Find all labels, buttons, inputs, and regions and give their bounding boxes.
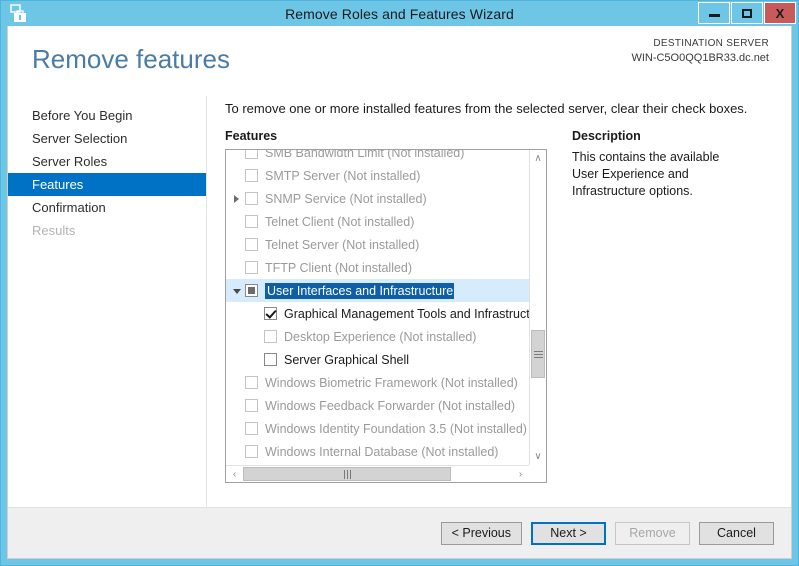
tree-row[interactable]: User Interfaces and Infrastructure — [226, 279, 529, 302]
feature-checkbox[interactable] — [245, 192, 258, 205]
wizard-footer: < Previous Next > Remove Cancel — [8, 507, 791, 558]
description-text: This contains the available User Experie… — [572, 150, 720, 198]
instruction-text: To remove one or more installed features… — [225, 101, 748, 116]
vertical-scroll-thumb[interactable] — [531, 330, 545, 378]
features-tree-vertical-scrollbar[interactable]: ∧ ∨ — [529, 150, 546, 465]
description-heading: Description — [572, 129, 641, 143]
tree-row[interactable]: Windows Feedback Forwarder (Not installe… — [226, 394, 529, 417]
features-tree-rows: SMB Bandwidth Limit (Not installed) SMTP … — [226, 150, 529, 465]
feature-checkbox[interactable] — [245, 169, 258, 182]
tree-row[interactable]: Windows Identity Foundation 3.5 (Not ins… — [226, 417, 529, 440]
next-button[interactable]: Next > — [531, 521, 606, 545]
maximize-button[interactable] — [731, 2, 763, 24]
scroll-up-icon[interactable]: ∧ — [530, 150, 546, 167]
destination-server-name: WIN-C5O0QQ1BR33.dc.net — [631, 52, 769, 64]
features-tree[interactable]: SMB Bandwidth Limit (Not installed) SMTP … — [225, 149, 547, 483]
close-button[interactable]: X — [764, 2, 796, 24]
feature-label: Server Graphical Shell — [284, 352, 410, 367]
tree-row[interactable]: Telnet Client (Not installed) — [226, 210, 529, 233]
chevron-down-icon[interactable] — [228, 287, 245, 294]
tree-row[interactable]: SMB Bandwidth Limit (Not installed) — [226, 150, 529, 164]
client-area: Remove features DESTINATION SERVER WIN-C… — [7, 26, 792, 559]
destination-server-label: DESTINATION SERVER — [653, 38, 769, 49]
tree-row[interactable]: Desktop Experience (Not installed) — [226, 325, 529, 348]
features-tree-horizontal-scrollbar[interactable]: ‹ › — [226, 465, 529, 482]
tree-row[interactable]: Graphical Management Tools and Infrastru… — [226, 302, 529, 325]
window-title: Remove Roles and Features Wizard — [285, 5, 514, 22]
feature-label: SMTP Server (Not installed) — [265, 168, 421, 183]
body-area: Before You Begin Server Selection Server… — [8, 96, 791, 507]
feature-label: Desktop Experience (Not installed) — [284, 329, 477, 344]
scroll-grip-icon — [533, 350, 543, 358]
wizard-window: Remove Roles and Features Wizard X Remov… — [0, 0, 799, 566]
columns: Features SMB Bandwidth Limit (Not instal… — [225, 129, 791, 483]
feature-checkbox[interactable] — [245, 376, 258, 389]
sidebar-item-results: Results — [32, 223, 76, 238]
description-column: Description This contains the available … — [550, 129, 791, 483]
feature-label: Windows Feedback Forwarder (Not installe… — [265, 398, 516, 413]
feature-label: SMB Bandwidth Limit (Not installed) — [265, 150, 465, 160]
page-header: Remove features DESTINATION SERVER WIN-C… — [8, 26, 791, 96]
feature-label: User Interfaces and Infrastructure — [265, 282, 455, 299]
tree-row[interactable]: SNMP Service (Not installed) — [226, 187, 529, 210]
previous-button[interactable]: < Previous — [440, 521, 522, 545]
maximize-icon — [742, 8, 752, 18]
page-title: Remove features — [32, 44, 230, 74]
wizard-nav-sidebar: Before You Begin Server Selection Server… — [8, 96, 207, 507]
features-tree-viewport: SMB Bandwidth Limit (Not installed) SMTP … — [226, 150, 529, 465]
tree-row[interactable]: Telnet Server (Not installed) — [226, 233, 529, 256]
title-bar: Remove Roles and Features Wizard X — [1, 1, 798, 26]
feature-checkbox[interactable] — [245, 284, 258, 297]
tree-row[interactable]: Windows Biometric Framework (Not install… — [226, 371, 529, 394]
tree-row[interactable]: SMTP Server (Not installed) — [226, 164, 529, 187]
features-column: Features SMB Bandwidth Limit (Not instal… — [225, 129, 550, 483]
tree-row[interactable]: Server Graphical Shell — [226, 348, 529, 371]
feature-checkbox[interactable] — [245, 261, 258, 274]
scroll-left-icon[interactable]: ‹ — [226, 466, 243, 482]
tree-row[interactable]: Windows Internal Database (Not installed… — [226, 440, 529, 463]
feature-label: TFTP Client (Not installed) — [265, 260, 413, 275]
feature-checkbox[interactable] — [245, 399, 258, 412]
feature-checkbox[interactable] — [245, 215, 258, 228]
sidebar-item-features[interactable]: Features — [8, 173, 206, 196]
tree-row[interactable]: TFTP Client (Not installed) — [226, 256, 529, 279]
sidebar-item-server-roles[interactable]: Server Roles — [8, 150, 206, 173]
minimize-button[interactable] — [698, 2, 730, 24]
cancel-button[interactable]: Cancel — [699, 521, 774, 545]
destination-server-block: DESTINATION SERVER WIN-C5O0QQ1BR33.dc.ne… — [631, 36, 769, 66]
feature-checkbox[interactable] — [264, 307, 277, 320]
feature-label: Telnet Server (Not installed) — [265, 237, 420, 252]
feature-label: Graphical Management Tools and Infrastru… — [284, 306, 529, 321]
scrollbar-corner — [529, 465, 546, 482]
features-heading: Features — [225, 129, 278, 143]
sidebar-item-before-you-begin[interactable]: Before You Begin — [8, 104, 206, 127]
feature-label: Windows Identity Foundation 3.5 (Not ins… — [265, 421, 527, 436]
scroll-grip-icon — [343, 469, 351, 479]
window-controls: X — [698, 2, 796, 24]
feature-label: Windows Internal Database (Not installed… — [265, 444, 499, 459]
feature-label: SNMP Service (Not installed) — [265, 191, 427, 206]
feature-checkbox[interactable] — [264, 353, 277, 366]
feature-label: Windows Biometric Framework (Not install… — [265, 375, 518, 390]
feature-checkbox[interactable] — [245, 422, 258, 435]
server-manager-icon — [5, 1, 31, 26]
feature-checkbox[interactable] — [245, 445, 258, 458]
horizontal-scroll-thumb[interactable] — [243, 467, 451, 481]
scroll-right-icon[interactable]: › — [512, 466, 529, 482]
sidebar-item-server-selection[interactable]: Server Selection — [8, 127, 206, 150]
feature-checkbox[interactable] — [245, 238, 258, 251]
scroll-down-icon[interactable]: ∨ — [530, 448, 546, 465]
sidebar-item-confirmation[interactable]: Confirmation — [8, 196, 206, 219]
feature-checkbox[interactable] — [245, 150, 258, 159]
minimize-icon — [708, 14, 720, 17]
chevron-right-icon[interactable] — [228, 194, 245, 203]
feature-checkbox[interactable] — [264, 330, 277, 343]
content-pane: To remove one or more installed features… — [207, 96, 791, 507]
feature-label: Telnet Client (Not installed) — [265, 214, 415, 229]
remove-button: Remove — [615, 521, 690, 545]
